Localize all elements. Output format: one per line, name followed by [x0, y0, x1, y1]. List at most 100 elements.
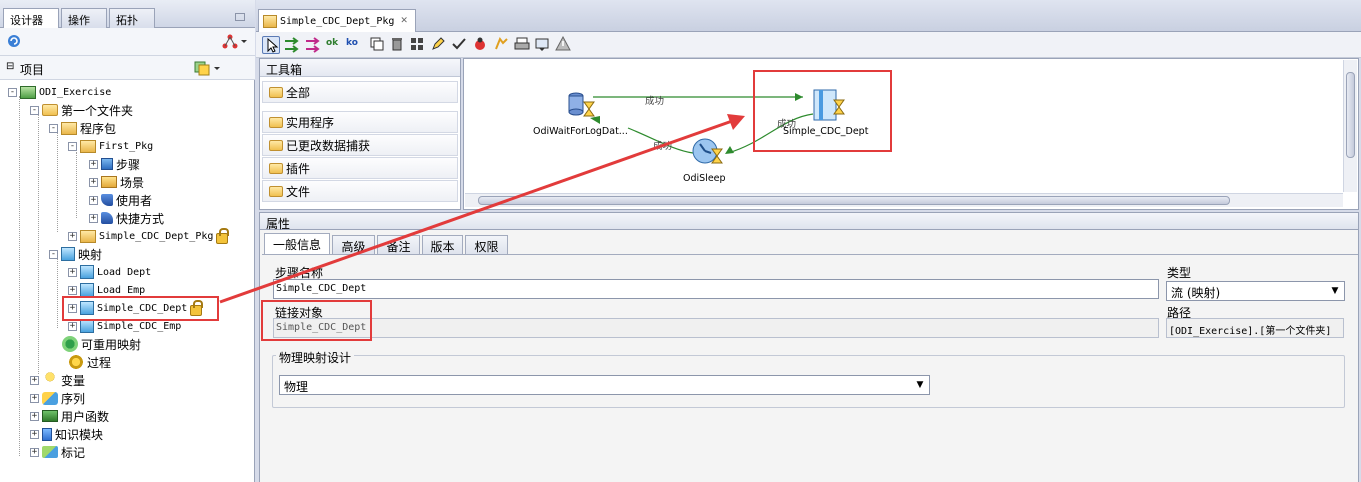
tab-designer[interactable]: 设计器	[3, 8, 59, 29]
expand-toggle[interactable]: +	[68, 231, 77, 241]
minimize-icon[interactable]	[235, 13, 245, 21]
chevron-down-icon: ▼	[916, 380, 924, 390]
collapse-icon[interactable]: ⊟	[6, 61, 14, 72]
tab-operator[interactable]: 操作	[61, 8, 107, 28]
expand-toggle[interactable]: -	[49, 123, 58, 133]
mapping-icon	[80, 265, 94, 279]
arrange-icon[interactable]	[409, 36, 427, 54]
tree-node-mappings[interactable]: - 映射	[49, 245, 102, 263]
expand-toggle[interactable]: +	[89, 213, 98, 223]
tree-guide	[19, 96, 20, 456]
tree-node-label: 可重用映射	[81, 337, 142, 352]
connect-navigator-icon[interactable]	[222, 33, 248, 49]
tree-node-label: ODI_Exercise	[39, 86, 112, 98]
sequence-icon	[42, 391, 58, 405]
mapping-icon	[80, 319, 94, 333]
editor-tab-title: Simple_CDC_Dept_Pkg	[280, 15, 395, 27]
tree-node-reusable-mappings[interactable]: 可重用映射	[62, 335, 141, 353]
tree-guide	[57, 132, 58, 232]
expand-toggle[interactable]: +	[68, 321, 77, 331]
expand-toggle[interactable]: +	[30, 393, 39, 403]
tree-node-label: Simple_CDC_Emp	[97, 320, 182, 332]
expand-toggle[interactable]: +	[89, 177, 98, 187]
tree-guide	[76, 152, 77, 218]
tree-node-variables[interactable]: + 变量	[30, 371, 85, 389]
steps-icon	[101, 158, 113, 170]
expand-toggle[interactable]: +	[30, 447, 39, 457]
tree-node-label: 场景	[120, 175, 145, 190]
next-step-ok-icon[interactable]	[283, 36, 301, 54]
type-label: 类型	[1167, 266, 1192, 280]
annotation-arrow	[219, 114, 745, 304]
annotation-box-diagram	[753, 70, 892, 152]
tree-node-label: 知识模块	[55, 427, 104, 442]
print-icon[interactable]	[514, 36, 532, 54]
duplicate-icon[interactable]	[369, 36, 387, 54]
type-select[interactable]: 流 (映射) ▼	[1166, 281, 1345, 301]
tree-node-folder[interactable]: - 第一个文件夹	[30, 101, 133, 119]
tree-node-user-functions[interactable]: + 用户函数	[30, 407, 109, 425]
tree-node-users[interactable]: + 使用者	[89, 191, 152, 209]
expand-toggle[interactable]: -	[30, 105, 39, 115]
tree-node-shortcuts[interactable]: + 快捷方式	[89, 209, 164, 227]
tree-node-label: 序列	[61, 391, 86, 406]
package-icon	[263, 14, 277, 28]
tree-node-first-pkg[interactable]: - First_Pkg	[68, 137, 153, 155]
expand-toggle[interactable]: +	[89, 159, 98, 169]
tree-node-knowledge-modules[interactable]: + 知识模块	[30, 425, 103, 443]
tree-node-label: Simple_CDC_Dept_Pkg	[99, 230, 214, 242]
package-icon	[80, 139, 96, 153]
expand-toggle[interactable]: +	[68, 285, 77, 295]
tree-node-label: 使用者	[116, 193, 153, 208]
tree-node-packages[interactable]: - 程序包	[49, 119, 116, 137]
tree-node-label: 标记	[61, 445, 86, 460]
scenario-icon	[101, 176, 117, 188]
annotation-box-tree	[62, 296, 219, 321]
tab-topology[interactable]: 拓扑	[109, 8, 155, 28]
tree-guide	[57, 258, 58, 328]
tree-node-label: First_Pkg	[99, 140, 154, 152]
expand-toggle[interactable]: +	[89, 195, 98, 205]
tree-node-sequences[interactable]: + 序列	[30, 389, 85, 407]
validate-icon[interactable]	[451, 36, 469, 54]
new-project-menu-icon[interactable]	[193, 60, 223, 76]
tree-node-load-dept[interactable]: + Load Dept	[68, 263, 151, 281]
expand-toggle[interactable]: -	[49, 249, 58, 259]
select-tool-icon[interactable]	[262, 36, 280, 54]
expand-toggle[interactable]: -	[68, 141, 77, 151]
tab-package-editor[interactable]: Simple_CDC_Dept_Pkg ✕	[258, 9, 416, 32]
tree-node-label: 过程	[87, 355, 112, 370]
navigator-toolbar	[0, 28, 255, 56]
warning-icon[interactable]	[555, 35, 573, 54]
type-select-value: 流 (映射)	[1171, 286, 1221, 300]
print-preview-icon[interactable]	[534, 36, 552, 54]
refresh-icon[interactable]	[6, 33, 22, 49]
ko-step-icon[interactable]: ko	[346, 36, 364, 54]
projects-section-header[interactable]: ⊟ 项目	[0, 56, 255, 80]
package-icon	[61, 121, 77, 135]
expand-toggle[interactable]: +	[30, 411, 39, 421]
linked-object-input[interactable]: Simple_CDC_Dept	[273, 318, 1159, 338]
projects-section-title: 项目	[20, 63, 45, 77]
physical-design-select[interactable]: 物理 ▼	[279, 375, 930, 395]
delete-icon[interactable]	[389, 36, 407, 54]
vertical-scrollbar-thumb[interactable]	[1346, 72, 1355, 158]
expand-toggle[interactable]: -	[8, 87, 17, 97]
ok-step-icon[interactable]: ok	[326, 36, 344, 54]
expand-toggle[interactable]: +	[30, 429, 39, 439]
tree-node-markers[interactable]: + 标记	[30, 443, 85, 461]
expand-toggle[interactable]: +	[68, 267, 77, 277]
run-icon[interactable]	[493, 36, 511, 54]
tree-node-project[interactable]: - ODI_Exercise	[8, 83, 111, 101]
expand-toggle[interactable]: +	[30, 375, 39, 385]
tree-node-scenarios[interactable]: + 场景	[89, 173, 144, 191]
edit-icon[interactable]	[430, 36, 448, 54]
tree-node-steps[interactable]: + 步骤	[89, 155, 140, 173]
close-icon[interactable]: ✕	[400, 16, 408, 26]
folder-icon	[42, 104, 58, 116]
debug-icon[interactable]	[472, 36, 490, 54]
tree-node-cdc-pkg[interactable]: + Simple_CDC_Dept_Pkg	[68, 227, 230, 245]
path-input[interactable]: [ODI_Exercise].[第一个文件夹]	[1166, 318, 1344, 338]
tree-node-procedures[interactable]: 过程	[68, 353, 111, 371]
next-step-ko-icon[interactable]	[304, 36, 322, 54]
